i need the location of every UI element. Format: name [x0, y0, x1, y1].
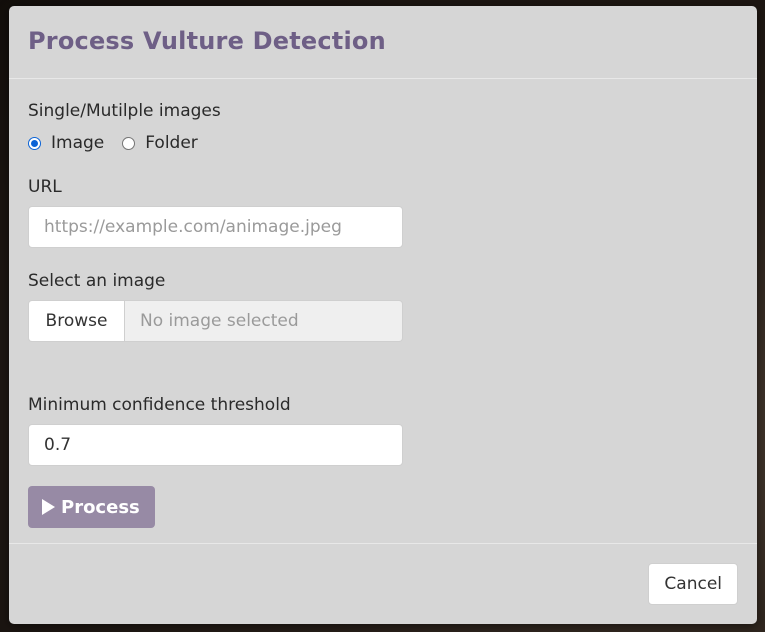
threshold-group: Minimum confidence threshold	[28, 394, 738, 466]
radio-image-label: Image	[51, 133, 105, 153]
process-button-label: Process	[61, 496, 140, 518]
radio-folder-unchecked[interactable]	[122, 136, 136, 150]
url-field-group: URL	[28, 176, 738, 248]
threshold-input[interactable]	[28, 424, 403, 466]
process-dialog: Process Vulture Detection Single/Mutilpl…	[9, 6, 757, 624]
mode-radio-image[interactable]: Image	[28, 133, 104, 153]
file-picker: Browse No image selected	[28, 300, 403, 342]
image-select-label: Select an image	[28, 271, 166, 291]
dialog-title: Process Vulture Detection	[28, 27, 386, 55]
mode-radio-folder[interactable]: Folder	[122, 133, 198, 153]
dialog-footer: Cancel	[9, 543, 757, 624]
process-button[interactable]: Process	[28, 486, 155, 528]
browse-button[interactable]: Browse	[29, 301, 125, 341]
play-icon	[42, 499, 55, 515]
mode-radio-group: Image Folder	[28, 132, 738, 154]
threshold-label: Minimum confidence threshold	[28, 395, 291, 415]
url-input[interactable]	[28, 206, 403, 248]
file-status-display: No image selected	[125, 301, 402, 341]
url-label: URL	[28, 177, 62, 197]
dialog-body: Single/Mutilple images Image Folder URL …	[9, 79, 757, 543]
radio-image-checked[interactable]	[28, 136, 41, 150]
dialog-header: Process Vulture Detection	[9, 6, 757, 79]
radio-folder-label: Folder	[145, 133, 198, 153]
cancel-button[interactable]: Cancel	[648, 563, 738, 605]
mode-label: Single/Mutilple images	[28, 101, 221, 121]
image-select-group: Select an image Browse No image selected	[28, 270, 738, 342]
